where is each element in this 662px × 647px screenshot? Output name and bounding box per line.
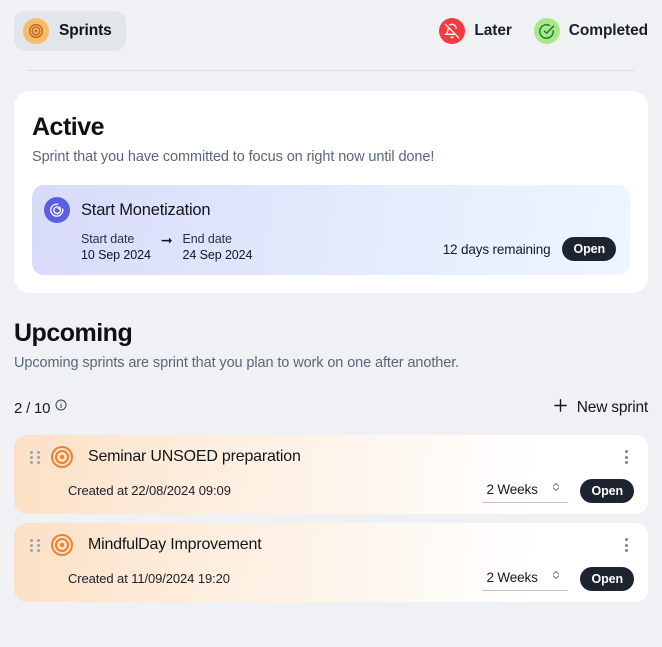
more-options-icon[interactable] [618, 536, 634, 554]
active-sprint-name: Start Monetization [81, 200, 211, 219]
active-section-card: Active Sprint that you have committed to… [14, 91, 648, 293]
info-icon[interactable] [55, 399, 67, 411]
duration-value: 2 Weeks [486, 482, 538, 497]
status-badge[interactable]: Open [562, 237, 616, 261]
list-item[interactable]: MindfulDay Improvement Created at 11/09/… [14, 523, 648, 602]
header-divider [28, 70, 634, 71]
sprint-row-footer: Created at 11/09/2024 19:20 2 Weeks Open [24, 566, 634, 591]
sprint-date-range: Start date 10 Sep 2024 ➞ End date 24 Sep… [81, 232, 252, 262]
status-badge[interactable]: Open [580, 566, 634, 591]
status-badge[interactable]: Open [580, 478, 634, 503]
chevron-updown-icon [550, 480, 562, 499]
created-at-label: Created at 11/09/2024 19:20 [68, 571, 230, 586]
upcoming-section-title: Upcoming [14, 319, 133, 347]
active-sprint-details: Start date 10 Sep 2024 ➞ End date 24 Sep… [44, 232, 616, 262]
list-item[interactable]: Seminar UNSOED preparation Created at 22… [14, 435, 648, 514]
duration-value: 2 Weeks [486, 570, 538, 585]
more-options-icon[interactable] [618, 448, 634, 466]
upcoming-section-subtitle: Upcoming sprints are sprint that you pla… [14, 355, 460, 371]
end-date-value: 24 Sep 2024 [182, 248, 253, 262]
sprint-name: MindfulDay Improvement [88, 536, 262, 553]
tab-sprints-label: Sprints [59, 22, 112, 39]
start-date-value: 10 Sep 2024 [81, 248, 151, 262]
filter-completed-label: Completed [568, 22, 648, 39]
sprint-row-header: MindfulDay Improvement [24, 533, 634, 557]
active-section-title: Active [32, 113, 105, 141]
end-date-label: End date [182, 232, 232, 246]
filter-later-label: Later [474, 22, 512, 39]
end-date-block: End date 24 Sep 2024 [183, 232, 253, 262]
new-sprint-label: New sprint [576, 399, 648, 416]
chevron-updown-icon [550, 568, 562, 587]
check-circle-icon [533, 18, 560, 44]
active-section-subtitle: Sprint that you have committed to focus … [32, 149, 435, 165]
sprint-row-controls: 2 Weeks Open [482, 566, 634, 591]
drag-handle-icon[interactable] [30, 450, 40, 464]
active-sprint-status-group: 12 days remaining Open [443, 237, 616, 262]
sprint-row-footer: Created at 22/08/2024 09:09 2 Weeks Open [24, 478, 634, 503]
target-icon [50, 533, 74, 557]
target-icon [23, 18, 49, 44]
upcoming-toolbar: 2 / 10 New sprint [14, 397, 648, 419]
plus-icon [552, 397, 569, 419]
app-header: Sprints Later Completed [0, 0, 662, 62]
active-sprint-header: Start Monetization [44, 197, 616, 223]
sprint-row-controls: 2 Weeks Open [482, 478, 634, 503]
start-date-block: Start date 10 Sep 2024 [81, 232, 151, 262]
sprint-play-icon [44, 197, 70, 223]
filter-later[interactable]: Later [439, 18, 512, 44]
filter-completed[interactable]: Completed [533, 18, 648, 44]
sprint-row-header: Seminar UNSOED preparation [24, 445, 634, 469]
duration-select[interactable]: 2 Weeks [482, 566, 569, 591]
arrow-right-icon: ➞ [160, 232, 173, 248]
duration-select[interactable]: 2 Weeks [482, 478, 569, 503]
sprint-name: Seminar UNSOED preparation [88, 448, 301, 465]
new-sprint-button[interactable]: New sprint [552, 397, 648, 419]
tab-sprints[interactable]: Sprints [14, 11, 126, 51]
upcoming-section: Upcoming Upcoming sprints are sprint tha… [14, 319, 648, 419]
days-remaining-label: 12 days remaining [442, 241, 551, 257]
drag-handle-icon[interactable] [30, 538, 40, 552]
target-icon [50, 445, 74, 469]
upcoming-sprint-list: Seminar UNSOED preparation Created at 22… [14, 435, 648, 602]
start-date-label: Start date [81, 232, 135, 246]
sprint-count: 2 / 10 [14, 399, 51, 417]
header-actions: Later Completed [439, 18, 648, 44]
created-at-label: Created at 22/08/2024 09:09 [68, 483, 231, 498]
active-sprint-row[interactable]: Start Monetization Start date 10 Sep 202… [32, 185, 630, 275]
bell-off-icon [439, 18, 466, 44]
